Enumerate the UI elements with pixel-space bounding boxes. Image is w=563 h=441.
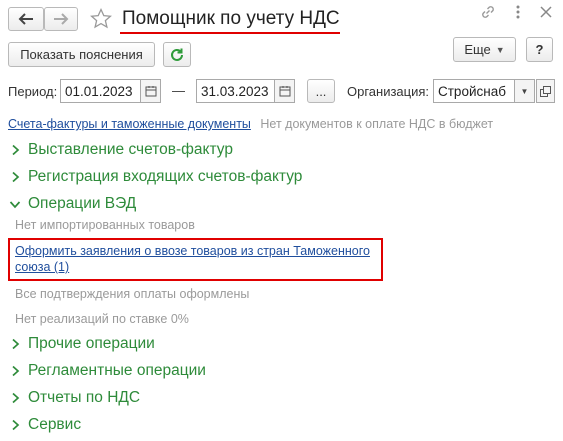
period-dash: — — [172, 83, 185, 98]
section-label: Отчеты по НДС — [28, 389, 141, 406]
favorite-star-icon[interactable] — [89, 7, 113, 31]
section-vat-reports[interactable]: Отчеты по НДС — [8, 389, 140, 407]
organization-dropdown-button[interactable]: ▼ — [514, 79, 535, 103]
no-docs-text: Нет документов к оплате НДС в бюджет — [260, 117, 494, 131]
more-label: Еще — [464, 42, 491, 57]
organization-label: Организация: — [347, 84, 430, 99]
refresh-button[interactable] — [163, 42, 191, 67]
more-button[interactable]: Еще ▼ — [453, 37, 516, 62]
chevron-down-icon — [8, 197, 22, 211]
section-label: Сервис — [28, 416, 82, 433]
help-button[interactable]: ? — [526, 37, 553, 62]
organization-input[interactable]: Стройснаб — [433, 79, 515, 103]
open-window-icon — [540, 85, 551, 97]
page-title: Помощник по учету НДС — [122, 8, 340, 29]
section-service[interactable]: Сервис — [8, 416, 81, 434]
arrow-right-icon — [54, 13, 69, 25]
chevron-right-icon — [8, 418, 22, 432]
link-icon[interactable] — [479, 3, 497, 21]
section-issue-invoices[interactable]: Выставление счетов-фактур — [8, 141, 233, 159]
back-button[interactable] — [8, 7, 44, 31]
section-ved[interactable]: Операции ВЭД — [8, 195, 136, 213]
title-underline — [120, 32, 340, 34]
date-to-calendar-button[interactable] — [274, 79, 295, 103]
all-confirmed-text: Все подтверждения оплаты оформлены — [15, 287, 250, 301]
refresh-icon — [171, 48, 183, 61]
chevron-right-icon — [8, 364, 22, 378]
section-label: Прочие операции — [28, 335, 155, 352]
section-label: Операции ВЭД — [28, 195, 137, 212]
section-label: Регистрация входящих счетов-фактур — [28, 168, 303, 185]
calendar-icon — [279, 86, 290, 97]
chevron-right-icon — [8, 391, 22, 405]
period-label: Период: — [8, 84, 58, 99]
arrow-left-icon — [18, 13, 33, 25]
date-from-input[interactable]: 01.01.2023 — [60, 79, 141, 103]
section-label: Выставление счетов-фактур — [28, 141, 233, 158]
chevron-down-icon: ▼ — [520, 86, 529, 96]
import-declaration-link-line2: союза (1) — [15, 260, 70, 274]
no-imported-goods-text: Нет импортированных товаров — [15, 218, 195, 232]
chevron-right-icon — [8, 170, 22, 184]
calendar-icon — [145, 86, 156, 97]
date-to-input[interactable]: 31.03.2023 — [196, 79, 275, 103]
import-declaration-link-line1: Оформить заявления о ввозе товаров из ст… — [15, 244, 370, 258]
section-register-invoices[interactable]: Регистрация входящих счетов-фактур — [8, 168, 302, 186]
period-select-button[interactable]: ... — [307, 79, 335, 103]
chevron-down-icon: ▼ — [495, 44, 505, 55]
invoices-customs-link[interactable]: Счета-фактуры и таможенные документы — [8, 117, 251, 131]
forward-button[interactable] — [44, 7, 78, 31]
import-declaration-link[interactable]: Оформить заявления о ввозе товаров из ст… — [15, 243, 370, 275]
chevron-right-icon — [8, 143, 22, 157]
section-regulated-operations[interactable]: Регламентные операции — [8, 362, 206, 380]
more-dots-icon[interactable] — [511, 3, 525, 21]
chevron-right-icon — [8, 337, 22, 351]
close-icon[interactable] — [539, 5, 553, 19]
organization-open-button[interactable] — [536, 79, 555, 103]
no-zero-rate-sales-text: Нет реализаций по ставке 0% — [15, 312, 189, 326]
date-from-calendar-button[interactable] — [140, 79, 161, 103]
section-other-operations[interactable]: Прочие операции — [8, 335, 155, 353]
section-label: Регламентные операции — [28, 362, 206, 379]
show-explanations-button[interactable]: Показать пояснения — [8, 42, 155, 67]
